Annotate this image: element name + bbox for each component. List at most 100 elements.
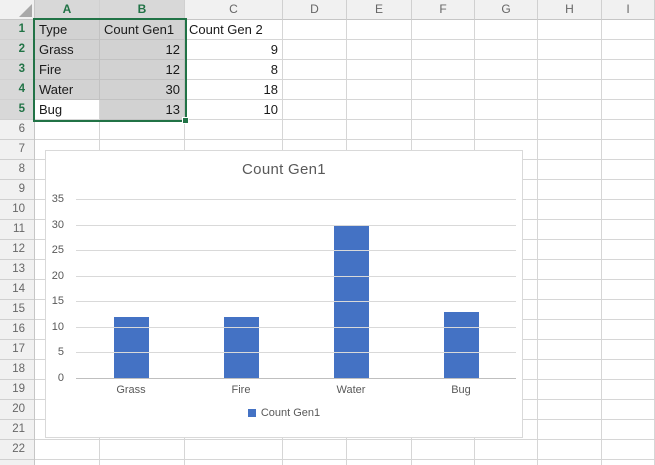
row-header-13[interactable]: 13	[0, 260, 34, 280]
cell-c1[interactable]: Count Gen 2	[185, 20, 283, 40]
cell-d23[interactable]	[283, 460, 347, 465]
cell-e3[interactable]	[347, 60, 412, 80]
row-header-1[interactable]: 1	[0, 20, 34, 40]
column-header-b[interactable]: B	[100, 0, 185, 20]
cell-h17[interactable]	[538, 340, 602, 360]
cell-c6[interactable]	[185, 120, 283, 140]
cell-e22[interactable]	[347, 440, 412, 460]
cell-c5[interactable]: 10	[185, 100, 283, 120]
cell-c4[interactable]: 18	[185, 80, 283, 100]
cell-b6[interactable]	[100, 120, 185, 140]
chart-object[interactable]: Count Gen1 05101520253035 GrassFireWater…	[45, 150, 523, 438]
row-header-21[interactable]: 21	[0, 420, 34, 440]
row-header-5[interactable]: 5	[0, 100, 34, 120]
cell-i15[interactable]	[602, 300, 655, 320]
cell-i14[interactable]	[602, 280, 655, 300]
chart-title[interactable]: Count Gen1	[46, 161, 522, 178]
cell-f1[interactable]	[412, 20, 475, 40]
cell-e4[interactable]	[347, 80, 412, 100]
cell-i4[interactable]	[602, 80, 655, 100]
cell-i21[interactable]	[602, 420, 655, 440]
cell-h8[interactable]	[538, 160, 602, 180]
cell-b23[interactable]	[100, 460, 185, 465]
cell-i11[interactable]	[602, 220, 655, 240]
cell-g5[interactable]	[475, 100, 538, 120]
cell-g22[interactable]	[475, 440, 538, 460]
cell-h11[interactable]	[538, 220, 602, 240]
row-header-19[interactable]: 19	[0, 380, 34, 400]
row-header-6[interactable]: 6	[0, 120, 34, 140]
cell-d2[interactable]	[283, 40, 347, 60]
cell-h2[interactable]	[538, 40, 602, 60]
row-header-16[interactable]: 16	[0, 320, 34, 340]
cell-f23[interactable]	[412, 460, 475, 465]
cell-a22[interactable]	[35, 440, 100, 460]
cell-e5[interactable]	[347, 100, 412, 120]
cell-h21[interactable]	[538, 420, 602, 440]
cell-i10[interactable]	[602, 200, 655, 220]
row-header-18[interactable]: 18	[0, 360, 34, 380]
cell-h13[interactable]	[538, 260, 602, 280]
cell-c22[interactable]	[185, 440, 283, 460]
cell-d3[interactable]	[283, 60, 347, 80]
cell-i18[interactable]	[602, 360, 655, 380]
cell-f22[interactable]	[412, 440, 475, 460]
row-header-12[interactable]: 12	[0, 240, 34, 260]
cell-i1[interactable]	[602, 20, 655, 40]
cell-h10[interactable]	[538, 200, 602, 220]
cell-i13[interactable]	[602, 260, 655, 280]
cell-i5[interactable]	[602, 100, 655, 120]
cell-h19[interactable]	[538, 380, 602, 400]
row-header-9[interactable]: 9	[0, 180, 34, 200]
cell-i20[interactable]	[602, 400, 655, 420]
row-header-8[interactable]: 8	[0, 160, 34, 180]
cell-g6[interactable]	[475, 120, 538, 140]
cell-i16[interactable]	[602, 320, 655, 340]
row-header-14[interactable]: 14	[0, 280, 34, 300]
cell-e6[interactable]	[347, 120, 412, 140]
cell-i6[interactable]	[602, 120, 655, 140]
cell-h5[interactable]	[538, 100, 602, 120]
row-header-17[interactable]: 17	[0, 340, 34, 360]
cell-i12[interactable]	[602, 240, 655, 260]
column-header-i[interactable]: I	[602, 0, 655, 20]
cell-a6[interactable]	[35, 120, 100, 140]
cell-h7[interactable]	[538, 140, 602, 160]
column-header-d[interactable]: D	[283, 0, 347, 20]
cell-i19[interactable]	[602, 380, 655, 400]
cell-h9[interactable]	[538, 180, 602, 200]
column-header-a[interactable]: A	[35, 0, 100, 20]
cell-i8[interactable]	[602, 160, 655, 180]
cell-i17[interactable]	[602, 340, 655, 360]
column-header-g[interactable]: G	[475, 0, 538, 20]
cell-f4[interactable]	[412, 80, 475, 100]
row-header-20[interactable]: 20	[0, 400, 34, 420]
fill-handle[interactable]	[182, 117, 189, 124]
cell-e2[interactable]	[347, 40, 412, 60]
cell-c3[interactable]: 8	[185, 60, 283, 80]
cell-f5[interactable]	[412, 100, 475, 120]
cell-c23[interactable]	[185, 460, 283, 465]
cell-h3[interactable]	[538, 60, 602, 80]
chart-legend[interactable]: Count Gen1	[46, 407, 522, 419]
cell-e1[interactable]	[347, 20, 412, 40]
cell-h20[interactable]	[538, 400, 602, 420]
cell-d1[interactable]	[283, 20, 347, 40]
cell-i23[interactable]	[602, 460, 655, 465]
cell-g2[interactable]	[475, 40, 538, 60]
cell-d4[interactable]	[283, 80, 347, 100]
row-header-7[interactable]: 7	[0, 140, 34, 160]
cell-d22[interactable]	[283, 440, 347, 460]
row-header-3[interactable]: 3	[0, 60, 34, 80]
cell-f2[interactable]	[412, 40, 475, 60]
cell-i3[interactable]	[602, 60, 655, 80]
cell-h22[interactable]	[538, 440, 602, 460]
cell-g23[interactable]	[475, 460, 538, 465]
cell-g1[interactable]	[475, 20, 538, 40]
row-header-22[interactable]: 22	[0, 440, 34, 460]
cell-c2[interactable]: 9	[185, 40, 283, 60]
cell-i2[interactable]	[602, 40, 655, 60]
cell-f6[interactable]	[412, 120, 475, 140]
row-header-4[interactable]: 4	[0, 80, 34, 100]
column-header-f[interactable]: F	[412, 0, 475, 20]
